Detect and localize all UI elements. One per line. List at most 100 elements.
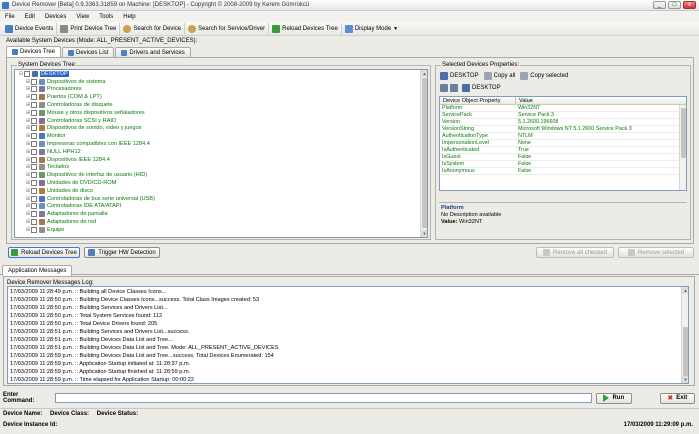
tree-checkbox[interactable] (31, 78, 37, 85)
tree-item[interactable]: ⊞ Controladoras SCSI y RAID (15, 117, 427, 125)
search-device-button[interactable]: Search for Device (120, 22, 186, 35)
tree-item[interactable]: ⊞ Unidades de DVD/CD-ROM (15, 179, 427, 187)
tree-item[interactable]: ⊞ Procesadores (15, 86, 427, 94)
tree-checkbox[interactable] (31, 226, 37, 233)
desktop-button[interactable]: DESKTOP (440, 72, 479, 80)
tree-checkbox[interactable] (31, 94, 37, 101)
property-row[interactable]: IsAuthenticated True (440, 147, 686, 154)
menu-view[interactable]: View (71, 14, 94, 20)
tree-item[interactable]: ⊞ Puertos (COM & LPT) (15, 93, 427, 101)
scroll-up-icon[interactable]: ▲ (421, 70, 427, 77)
device-events-button[interactable]: Device Events (2, 22, 58, 35)
tree-item[interactable]: ⊞ Controladoras de disquete (15, 101, 427, 109)
scrollbar-thumb[interactable] (683, 327, 688, 377)
tree-checkbox[interactable] (31, 180, 37, 187)
tab-application-messages[interactable]: Application Messages (2, 265, 73, 276)
grid-scrollbar[interactable] (679, 105, 686, 190)
tree-item[interactable]: ⊞ Unidades de disco (15, 187, 427, 195)
tree-root[interactable]: ⊟ DESKTOP (15, 70, 427, 78)
tree-item[interactable]: ⊞ Adaptadores de pantalla (15, 210, 427, 218)
column-header-property[interactable]: Device Object Property (440, 97, 516, 104)
property-row[interactable]: Version 5.1.2600.196608 (440, 119, 686, 126)
scrollbar-thumb[interactable] (422, 78, 427, 228)
property-row[interactable]: Platform Win32NT (440, 105, 686, 112)
tree-item[interactable]: ⊞ NULL HPH12 (15, 148, 427, 156)
tree-checkbox[interactable] (31, 219, 37, 226)
grid-view-icon[interactable] (440, 84, 448, 92)
maximize-button[interactable]: □ (668, 1, 681, 9)
tree-item[interactable]: ⊞ Impresoras compatibles con IEEE 1284.4 (15, 140, 427, 148)
reload-tree-button[interactable]: Reload Devices Tree (8, 247, 80, 258)
tree-item[interactable]: ⊞ Controladoras IDE ATA/ATAPI (15, 203, 427, 211)
display-mode-dropdown[interactable]: Display Mode ▼ (342, 23, 401, 35)
tree-checkbox[interactable] (31, 211, 37, 218)
tree-item[interactable]: ⊞ Adaptadores de red (15, 218, 427, 226)
tree-item[interactable]: ⊞ Mouse y otros dispositivos señaladores (15, 109, 427, 117)
tree-checkbox[interactable] (31, 133, 37, 140)
tree-checkbox[interactable] (31, 156, 37, 163)
reload-tree-toolbar-button[interactable]: Reload Devices Tree (269, 22, 342, 35)
messages-log[interactable]: 17/03/2009 11:28:49 p.m. :: Building all… (7, 286, 689, 384)
property-row[interactable]: ImpersonationLevel None (440, 140, 686, 147)
properties-grid[interactable]: Device Object Property Value Platform Win… (439, 96, 687, 191)
menu-devices[interactable]: Devices (40, 14, 71, 20)
tree-checkbox[interactable] (31, 125, 37, 132)
trigger-hw-detection-button[interactable]: Trigger HW Detection (84, 247, 160, 258)
tab-devices-tree[interactable]: Devices Tree (6, 46, 62, 57)
tree-checkbox[interactable] (31, 109, 37, 116)
property-row[interactable]: IsAnonymous False (440, 168, 686, 175)
property-value: Service Pack 3 (518, 112, 554, 118)
tab-devices-list[interactable]: Devices List (62, 47, 115, 57)
exit-button[interactable]: ✖ Exit (659, 392, 695, 404)
tree-item[interactable]: ⊞ Controladoras de bus serie universal (U… (15, 195, 427, 203)
minimize-button[interactable]: _ (653, 1, 666, 9)
menu-help[interactable]: Help (118, 14, 140, 20)
tree-item[interactable]: ⊞ Dispositivos IEEE 1284.4 (15, 156, 427, 164)
property-row[interactable]: IsSystem False (440, 161, 686, 168)
close-button[interactable]: x (683, 1, 696, 9)
scroll-down-icon[interactable]: ▼ (682, 376, 688, 383)
menu-tools[interactable]: Tools (94, 14, 118, 20)
tree-checkbox[interactable] (31, 141, 37, 148)
tree-checkbox[interactable] (24, 70, 30, 77)
log-scrollbar[interactable]: ▲ ▼ (681, 287, 688, 383)
property-row[interactable]: ServicePack Service Pack 3 (440, 112, 686, 119)
property-row[interactable]: AuthenticationType NTLM (440, 133, 686, 140)
column-header-value[interactable]: Value (516, 97, 686, 104)
print-tree-button[interactable]: Print Device Tree (57, 22, 121, 35)
scroll-up-icon[interactable]: ▲ (682, 287, 688, 294)
copy-selected-button[interactable]: Copy selected (520, 72, 568, 80)
tree-checkbox[interactable] (31, 102, 37, 109)
search-service-button[interactable]: Search for Service/Driver (185, 22, 270, 35)
tab-drivers-services[interactable]: Drivers and Services (115, 47, 191, 57)
devices-tree[interactable]: ⊟ DESKTOP ⊞ Dispositivos de sistema ⊞ Proce… (14, 69, 428, 238)
command-input[interactable] (54, 393, 593, 403)
tree-scrollbar[interactable]: ▲ ▼ (420, 70, 427, 237)
tree-checkbox[interactable] (31, 86, 37, 93)
menu-file[interactable]: File (0, 14, 20, 20)
run-button[interactable]: Run (596, 392, 632, 404)
tree-item[interactable]: ⊞ Dispositivos de interfaz de usuario (HI… (15, 171, 427, 179)
property-row[interactable]: IsGuest False (440, 154, 686, 161)
tree-checkbox[interactable] (31, 172, 37, 179)
tree-checkbox[interactable] (31, 195, 37, 202)
printer-icon (60, 24, 69, 33)
tree-checkbox[interactable] (31, 187, 37, 194)
tree-item[interactable]: ⊞ Monitor (15, 132, 427, 140)
tree-item[interactable]: ⊞ Dispositivos de sonido, video y juegos (15, 125, 427, 133)
copy-all-button[interactable]: Copy all (483, 72, 515, 80)
remove-all-checked-button[interactable]: Remove all checked (536, 247, 614, 258)
scroll-down-icon[interactable]: ▼ (421, 230, 427, 237)
tree-checkbox[interactable] (31, 203, 37, 210)
tree-item[interactable]: ⊞ Dispositivos de sistema (15, 78, 427, 86)
tree-item[interactable]: ⊞ Equipo (15, 226, 427, 234)
scrollbar-thumb[interactable] (681, 108, 686, 158)
remove-selected-button[interactable]: Remove selected (618, 247, 694, 258)
tree-checkbox[interactable] (31, 117, 37, 124)
tree-item[interactable]: ⊞ Teclados (15, 164, 427, 172)
property-row[interactable]: VersionString Microsoft Windows NT 5.1.26… (440, 126, 686, 133)
menu-edit[interactable]: Edit (20, 14, 40, 20)
tree-checkbox[interactable] (31, 164, 37, 171)
sort-icon[interactable] (450, 84, 458, 92)
tree-checkbox[interactable] (31, 148, 37, 155)
